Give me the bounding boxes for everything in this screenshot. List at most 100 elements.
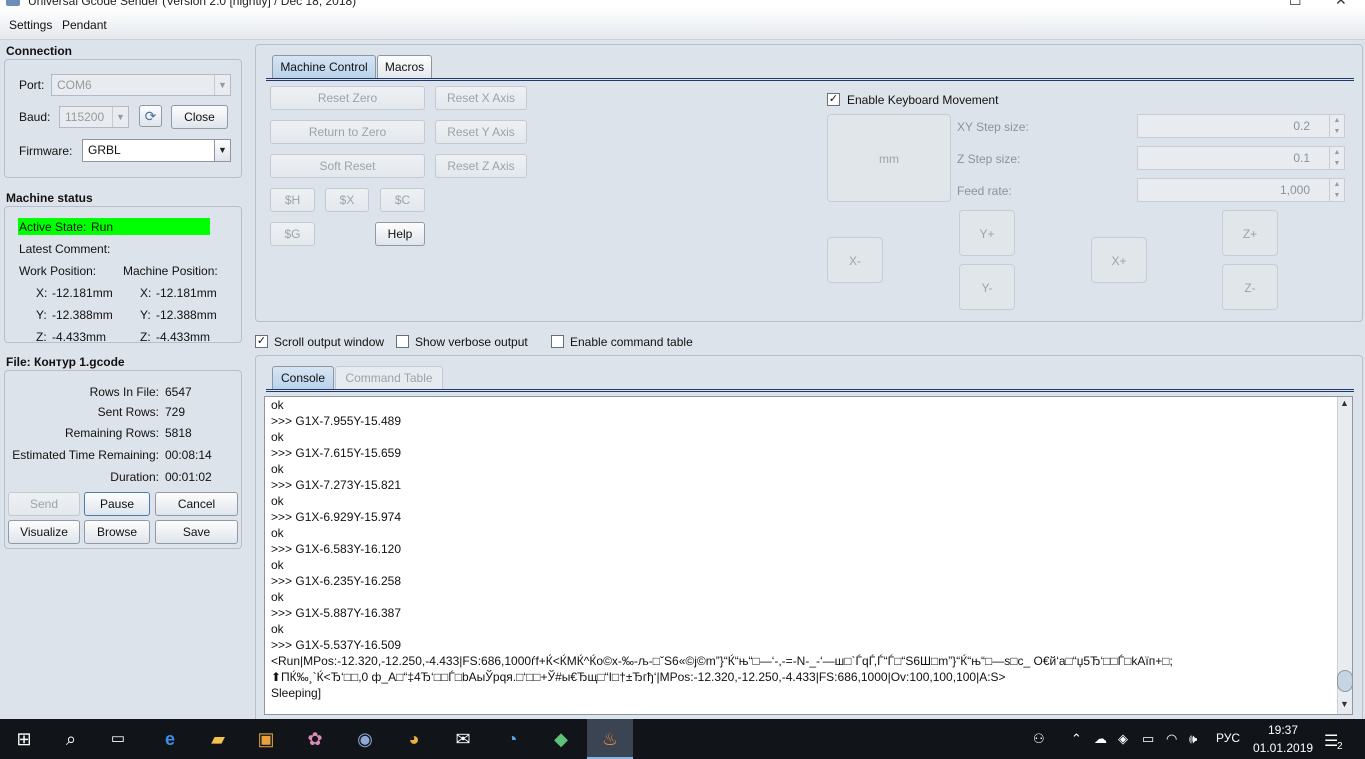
edge-browser-icon[interactable]: e <box>158 727 182 751</box>
app-icon <box>6 0 20 6</box>
save-button[interactable]: Save <box>155 520 238 544</box>
port-select[interactable]: COM6 ▼ <box>51 74 231 96</box>
search-icon[interactable]: ⌕ <box>59 727 83 751</box>
console-lines: ok >>> G1X-7.955Y-15.489 ok >>> G1X-7.615Y-… <box>265 397 1352 701</box>
console-line: ⬆ПЌ‰¸`Ќ<Ђ‘□□,0 ф_А□“‡4Ђ‘□□Ѓ□bАыЎрqя.□‘□□… <box>271 670 1006 684</box>
machine-y-value: -12.388mm <box>156 308 217 322</box>
dropbox-icon[interactable]: ◈ <box>1118 731 1128 747</box>
visualize-button[interactable]: Visualize <box>8 520 80 544</box>
refresh-ports-button[interactable]: ⟳ <box>139 105 162 127</box>
menu-pendant[interactable]: Pendant <box>62 18 107 32</box>
chevron-down-icon: ▼ <box>112 107 128 127</box>
tab-console[interactable]: Console <box>272 366 334 390</box>
browse-button[interactable]: Browse <box>84 520 150 544</box>
language-indicator[interactable]: РУС <box>1216 731 1240 745</box>
task-view-icon[interactable]: ▭ <box>106 727 130 751</box>
cmd-h-button[interactable]: $H <box>270 188 315 212</box>
clock-date[interactable]: 01.01.2019 <box>1253 741 1313 755</box>
paint-app-icon[interactable]: ✿ <box>303 727 327 751</box>
maps-icon[interactable]: ◆ <box>549 727 573 751</box>
clock-time[interactable]: 19:37 <box>1253 723 1313 737</box>
firmware-select[interactable]: GRBL ▼ <box>82 139 231 162</box>
cancel-button[interactable]: Cancel <box>155 492 238 516</box>
feed-rate-input[interactable]: 1,000 <box>1137 178 1337 202</box>
soft-reset-button[interactable]: Soft Reset <box>270 154 425 178</box>
people-icon[interactable]: ⚇ <box>1033 731 1045 747</box>
battery-icon[interactable]: ▭ <box>1142 731 1154 747</box>
enable-keyboard-checkbox[interactable]: ✓ <box>827 93 840 106</box>
chrome-icon[interactable]: ◕ <box>402 727 426 751</box>
jog-y-plus-button[interactable]: Y+ <box>959 210 1015 256</box>
tab-machine-control[interactable]: Machine Control <box>272 55 376 79</box>
file-explorer-icon[interactable]: ▰ <box>206 727 230 751</box>
console-line: ok <box>271 430 284 444</box>
feed-rate-spinner[interactable]: ▲ ▼ <box>1329 178 1345 202</box>
close-window-icon[interactable]: ✕ <box>1335 0 1347 9</box>
remaining-rows-value: 5818 <box>165 426 192 440</box>
scroll-up-icon[interactable]: ▲ <box>1340 398 1349 408</box>
console-tab-divider <box>266 389 1354 392</box>
maximize-icon[interactable]: ☐ <box>1289 0 1302 9</box>
send-button[interactable]: Send <box>8 492 80 516</box>
cloud-icon[interactable]: ☁ <box>1094 731 1107 747</box>
estimated-time-label: Estimated Time Remaining: <box>12 448 159 462</box>
scroll-down-icon[interactable]: ▼ <box>1340 699 1349 709</box>
jog-x-plus-button[interactable]: X+ <box>1091 237 1147 283</box>
rows-in-file-label: Rows In File: <box>89 385 159 399</box>
scroll-output-label: Scroll output window <box>274 335 385 349</box>
console-line: ok <box>271 526 284 540</box>
vpn-lock-icon[interactable]: ◉ <box>353 727 377 751</box>
taskbar: ⊞ ⌕ ▭ e ▰ ▣ ✿ ◉ ◕ ✉ ◔ ◆ ♨ ⚇ ⌃ ☁ ◈ ▭ ◠ 🕪 … <box>0 719 1365 759</box>
console-output[interactable]: ok >>> G1X-7.955Y-15.489 ok >>> G1X-7.615Y-… <box>264 396 1353 715</box>
cmd-g-button[interactable]: $G <box>270 222 315 246</box>
scroll-thumb[interactable] <box>1337 670 1353 692</box>
messenger-icon[interactable]: ◔ <box>500 727 524 751</box>
xy-step-spinner[interactable]: ▲ ▼ <box>1329 114 1345 138</box>
java-app-icon[interactable]: ♨ <box>598 727 622 751</box>
console-line: >>> G1X-5.537Y-16.509 <box>271 638 401 652</box>
reset-z-axis-button[interactable]: Reset Z Axis <box>435 154 527 178</box>
return-to-zero-button[interactable]: Return to Zero <box>270 120 425 144</box>
pause-button[interactable]: Pause <box>84 492 150 516</box>
reset-y-axis-button[interactable]: Reset Y Axis <box>435 120 527 144</box>
duration-label: Duration: <box>110 470 159 484</box>
enable-keyboard-label: Enable Keyboard Movement <box>847 93 999 107</box>
firmware-label: Firmware: <box>19 144 73 158</box>
notification-count: 2 <box>1337 741 1343 752</box>
console-line: Sleeping] <box>271 686 322 700</box>
mail-icon[interactable]: ✉ <box>451 727 475 751</box>
windows-start-icon[interactable]: ⊞ <box>12 727 36 751</box>
title-bar: Universal Gcode Sender (Version 2.0 [nig… <box>0 0 1365 9</box>
verbose-output-checkbox[interactable] <box>396 335 409 348</box>
console-line: ok <box>271 590 284 604</box>
console-scrollbar[interactable]: ▲ ▼ <box>1337 397 1353 714</box>
active-state-label: Active State: <box>19 220 87 234</box>
show-hidden-icons-chevron-icon[interactable]: ⌃ <box>1071 731 1082 747</box>
wifi-icon[interactable]: ◠ <box>1166 731 1177 747</box>
jog-x-minus-button[interactable]: X- <box>827 237 883 283</box>
store-icon[interactable]: ▣ <box>254 727 278 751</box>
jog-z-minus-button[interactable]: Z- <box>1222 264 1278 310</box>
cmd-x-button[interactable]: $X <box>325 188 369 212</box>
xy-step-label: XY Step size: <box>957 120 1029 134</box>
help-button[interactable]: Help <box>375 222 425 246</box>
scroll-output-checkbox[interactable]: ✓ <box>255 335 268 348</box>
volume-icon[interactable]: 🕪 <box>1189 731 1197 747</box>
xy-step-input[interactable]: 0.2 <box>1137 114 1337 138</box>
jog-y-minus-button[interactable]: Y- <box>959 264 1015 310</box>
units-toggle-button[interactable]: mm <box>827 114 951 202</box>
reset-x-axis-button[interactable]: Reset X Axis <box>435 86 527 110</box>
machine-z-label: Z: <box>140 330 151 344</box>
cmd-c-button[interactable]: $C <box>380 188 425 212</box>
z-step-spinner[interactable]: ▲ ▼ <box>1329 146 1345 170</box>
close-connection-button[interactable]: Close <box>171 105 228 129</box>
reset-zero-button[interactable]: Reset Zero <box>270 86 425 110</box>
baud-select[interactable]: 115200 ▼ <box>59 106 129 128</box>
tab-macros[interactable]: Macros <box>377 55 432 79</box>
jog-z-plus-button[interactable]: Z+ <box>1222 210 1278 256</box>
tab-command-table[interactable]: Command Table <box>335 366 443 390</box>
z-step-input[interactable]: 0.1 <box>1137 146 1337 170</box>
menu-settings[interactable]: Settings <box>9 18 52 32</box>
duration-value: 00:01:02 <box>165 470 212 484</box>
command-table-checkbox[interactable] <box>551 335 564 348</box>
